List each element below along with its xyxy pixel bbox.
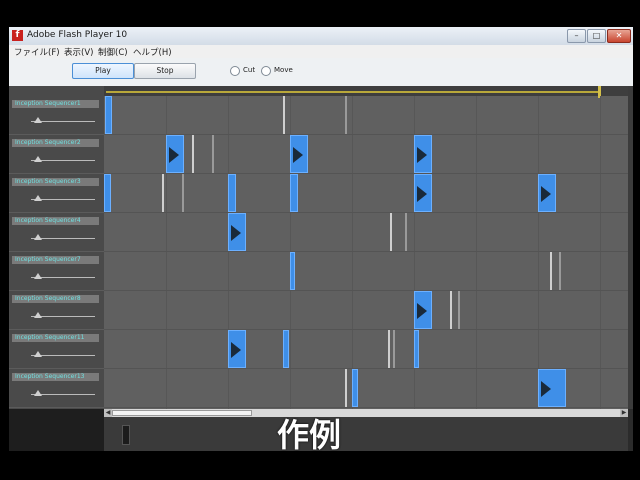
clip-marker[interactable]: [212, 135, 214, 173]
sample-clip[interactable]: [105, 96, 112, 134]
sample-clip[interactable]: [228, 330, 246, 368]
maximize-button[interactable]: □: [587, 29, 606, 43]
track-control: Inception Sequencer3: [9, 174, 104, 213]
sample-clip[interactable]: [414, 330, 419, 368]
clip-marker[interactable]: [458, 291, 460, 329]
sample-clip[interactable]: [352, 369, 358, 407]
cut-label: Cut: [243, 66, 256, 74]
sample-clip[interactable]: [283, 330, 289, 368]
video-caption: 作例: [277, 416, 342, 454]
volume-slider-thumb[interactable]: [34, 273, 42, 279]
clip-marker[interactable]: [345, 96, 347, 134]
playback-line: [106, 91, 600, 93]
horizontal-scrollbar[interactable]: ◀ ▶: [104, 409, 628, 417]
scroll-right-arrow[interactable]: ▶: [620, 409, 628, 417]
sample-clip[interactable]: [290, 252, 295, 290]
window-title: Adobe Flash Player 10: [27, 30, 128, 40]
minimize-button[interactable]: –: [567, 29, 586, 43]
menu-control[interactable]: 制御(C): [98, 46, 128, 58]
track-lane: [104, 330, 628, 369]
clip-marker[interactable]: [393, 330, 395, 368]
sample-clip[interactable]: [228, 174, 236, 212]
sample-clip[interactable]: [104, 174, 111, 212]
sample-clip[interactable]: [290, 135, 308, 173]
menu-bar: ファイル(F) 表示(V) 制御(C) ヘルプ(H): [9, 45, 633, 58]
track-name[interactable]: Inception Sequencer4: [12, 217, 99, 225]
sample-clip[interactable]: [228, 213, 246, 251]
clip-marker[interactable]: [388, 330, 390, 368]
track-control: Inception Sequencer8: [9, 291, 104, 330]
stop-button[interactable]: Stop: [134, 63, 196, 79]
track-name[interactable]: Inception Sequencer2: [12, 139, 99, 147]
sample-clip[interactable]: [166, 135, 184, 173]
track-name[interactable]: Inception Sequencer3: [12, 178, 99, 186]
track-lane: [104, 213, 628, 252]
track-name[interactable]: Inception Sequencer11: [12, 334, 99, 342]
move-label: Move: [274, 66, 293, 74]
sample-clip[interactable]: [414, 174, 432, 212]
overview-thumb[interactable]: [122, 425, 130, 445]
track-name[interactable]: Inception Sequencer1: [12, 100, 99, 108]
sample-clip[interactable]: [414, 135, 432, 173]
sample-clip[interactable]: [538, 174, 556, 212]
cut-radio[interactable]: [230, 66, 240, 76]
track-control: Inception Sequencer4: [9, 213, 104, 252]
track-control: Inception Sequencer7: [9, 252, 104, 291]
title-bar: f Adobe Flash Player 10 – □ ✕: [9, 27, 633, 46]
volume-slider-thumb[interactable]: [34, 351, 42, 357]
clip-marker[interactable]: [192, 135, 194, 173]
menu-file[interactable]: ファイル(F): [14, 46, 60, 58]
clip-marker[interactable]: [182, 174, 184, 212]
clip-marker[interactable]: [550, 252, 552, 290]
track-name[interactable]: Inception Sequencer8: [12, 295, 99, 303]
scroll-left-arrow[interactable]: ◀: [104, 409, 112, 417]
sample-clip[interactable]: [414, 291, 432, 329]
bottom-left-panel: [9, 409, 104, 451]
volume-slider-thumb[interactable]: [34, 156, 42, 162]
toolbar: Play Stop Cut Move: [9, 58, 633, 87]
menu-view[interactable]: 表示(V): [64, 46, 93, 58]
track-name[interactable]: Inception Sequencer7: [12, 256, 99, 264]
flash-icon: f: [12, 30, 23, 41]
move-radio[interactable]: [261, 66, 271, 76]
track-control: Inception Sequencer11: [9, 330, 104, 369]
flash-player-window: f Adobe Flash Player 10 – □ ✕ ファイル(F) 表示…: [9, 27, 633, 451]
track-control: Inception Sequencer2: [9, 135, 104, 174]
sample-clip[interactable]: [538, 369, 566, 407]
sequencer-content: Inception Sequencer1 Inception Sequencer…: [9, 86, 633, 451]
volume-slider-thumb[interactable]: [34, 195, 42, 201]
volume-slider-thumb[interactable]: [34, 117, 42, 123]
close-button[interactable]: ✕: [607, 29, 631, 43]
volume-slider-thumb[interactable]: [34, 390, 42, 396]
menu-help[interactable]: ヘルプ(H): [133, 46, 172, 58]
clip-marker[interactable]: [390, 213, 392, 251]
sample-clip[interactable]: [290, 174, 298, 212]
track-name[interactable]: Inception Sequencer13: [12, 373, 99, 381]
sequencer-grid[interactable]: [104, 86, 628, 409]
clip-marker[interactable]: [345, 369, 347, 407]
track-controls: Inception Sequencer1 Inception Sequencer…: [9, 86, 104, 409]
scrollbar-thumb[interactable]: [112, 410, 252, 416]
clip-marker[interactable]: [450, 291, 452, 329]
volume-slider-thumb[interactable]: [34, 234, 42, 240]
overview-strip[interactable]: [104, 417, 628, 451]
track-control: Inception Sequencer1: [9, 96, 104, 135]
volume-slider-thumb[interactable]: [34, 312, 42, 318]
track-lane: [104, 96, 628, 135]
timeline-ruler[interactable]: [104, 86, 628, 98]
clip-marker[interactable]: [283, 96, 285, 134]
track-lane: [104, 291, 628, 330]
track-control: Inception Sequencer13: [9, 369, 104, 408]
clip-marker[interactable]: [162, 174, 164, 212]
clip-marker[interactable]: [405, 213, 407, 251]
clip-marker[interactable]: [559, 252, 561, 290]
play-button[interactable]: Play: [72, 63, 134, 79]
